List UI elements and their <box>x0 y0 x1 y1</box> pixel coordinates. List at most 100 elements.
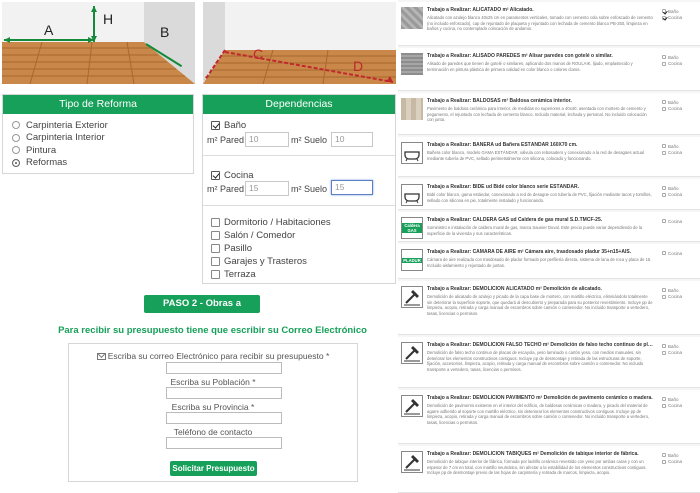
catalog-item-title: Trabajo a Realizar: DEMOLICIÓN FALSO TEC… <box>427 342 653 348</box>
catalog-option[interactable]: Cocina <box>662 350 700 357</box>
option-checkbox[interactable] <box>662 61 666 66</box>
tipo-reforma-panel: Tipo de Reforma Carpinteria Exterior Car… <box>2 94 194 174</box>
option-checkbox[interactable] <box>662 344 666 349</box>
bano-checkbox[interactable] <box>211 121 220 130</box>
catalog-option[interactable]: Cocina <box>662 218 700 225</box>
option-label: Baño <box>668 396 679 402</box>
paso2-button[interactable]: PASO 2 - Obras a Realizar <box>144 295 260 327</box>
option-label: Baño <box>668 287 679 293</box>
bano-pared-label: m² Pared <box>207 135 245 145</box>
bathtub-icon <box>401 142 423 164</box>
demolition-icon <box>401 395 423 417</box>
option-checkbox[interactable] <box>662 219 666 224</box>
option-checkbox[interactable] <box>662 288 666 293</box>
terraza-checkbox[interactable] <box>211 270 220 279</box>
option-label: Cocina <box>668 459 683 465</box>
label-d: D <box>353 58 363 74</box>
catalog-item: PLADUR Trabajo a Realizar: CÁMARA DE AIRE… <box>398 244 700 279</box>
radio-reformas[interactable]: Reformas <box>3 157 193 170</box>
radio-carpinteria-exterior[interactable]: Carpinteria Exterior <box>3 119 193 132</box>
catalog-option[interactable]: Cocina <box>662 15 700 22</box>
bano-suelo-input[interactable]: 10 <box>331 132 373 147</box>
catalog-item: Trabajo a Realizar: BALDOSAS m² Baldosa … <box>398 93 700 135</box>
poblacion-input[interactable] <box>166 387 282 399</box>
bano-row[interactable]: Baño <box>211 120 246 131</box>
option-checkbox[interactable] <box>662 150 666 155</box>
option-checkbox[interactable] <box>662 251 666 256</box>
option-label: Cocina <box>668 192 683 198</box>
option-checkbox[interactable] <box>662 15 666 20</box>
catalog-option[interactable]: Cocina <box>662 106 700 113</box>
option-checkbox[interactable] <box>662 294 666 299</box>
catalog-item-options: Baño Cocina <box>662 185 700 198</box>
garajes-checkbox[interactable] <box>211 257 220 266</box>
radio-icon[interactable] <box>12 158 20 167</box>
option-checkbox[interactable] <box>662 100 666 105</box>
radio-carpinteria-interior[interactable]: Carpinteria Interior <box>3 132 193 145</box>
catalog-option[interactable]: Cocina <box>662 294 700 301</box>
catalog-item-options: Baño Cocina <box>662 99 700 112</box>
catalog-item-description: Alisado de paredes que tienen de gotelé … <box>427 61 633 72</box>
catalog-option[interactable]: Cocina <box>662 61 700 68</box>
bano-pared-input[interactable]: 10 <box>245 132 289 147</box>
garajes-row[interactable]: Garajes y Trasteros <box>211 256 307 267</box>
option-label: Cocina <box>668 250 683 256</box>
solicitar-presupuesto-button[interactable]: Solicitar Presupuesto <box>170 461 257 476</box>
option-checkbox[interactable] <box>662 192 666 197</box>
pasillo-row[interactable]: Pasillo <box>211 243 252 254</box>
catalog-item-title: Trabajo a Realizar: BALDOSAS m² Baldosa … <box>427 98 572 104</box>
salon-checkbox[interactable] <box>211 231 220 240</box>
catalog-option[interactable]: Cocina <box>662 403 700 410</box>
option-checkbox[interactable] <box>662 459 666 464</box>
catalog-item-options: Baño Cocina <box>662 343 700 356</box>
terraza-row[interactable]: Terraza <box>211 269 256 280</box>
poblacion-label: Escriba su Población * <box>170 377 256 387</box>
catalog-option[interactable]: Cocina <box>662 150 700 157</box>
dependencias-title: Dependencias <box>203 95 395 114</box>
catalog-option[interactable]: Cocina <box>662 250 700 257</box>
option-checkbox[interactable] <box>662 453 666 458</box>
option-label: Cocina <box>668 294 683 300</box>
radio-pintura[interactable]: Pintura <box>3 144 193 157</box>
option-checkbox[interactable] <box>662 350 666 355</box>
demolition-icon <box>401 286 423 308</box>
provincia-input[interactable] <box>166 412 282 424</box>
contact-form: Escriba su correo Electrónico para recib… <box>68 343 358 482</box>
option-checkbox[interactable] <box>662 106 666 111</box>
catalog-item: Trabajo a Realizar: BIDÉ ud Bidé color b… <box>398 179 700 210</box>
radio-icon[interactable] <box>12 133 20 142</box>
option-checkbox[interactable] <box>662 9 666 14</box>
room-illustration-1: A H B <box>2 2 195 84</box>
catalog-item-options: Baño Cocina <box>662 396 700 409</box>
catalog-item: Trabajo a Realizar: DEMOLICIÓN PAVIMENTO… <box>398 390 700 444</box>
cocina-row[interactable]: Cocina <box>211 170 254 181</box>
dependencias-panel: Dependencias Baño m² Pared 10 m² Suelo 1… <box>202 94 396 284</box>
cocina-pared-label: m² Pared <box>207 184 245 194</box>
option-checkbox[interactable] <box>662 186 666 191</box>
catalog-option[interactable]: Cocina <box>662 459 700 466</box>
radio-icon[interactable] <box>12 121 20 130</box>
catalog-item-description: Alicatado con azulejo blanco 40x25 cm en… <box>427 15 653 31</box>
telefono-input[interactable] <box>166 437 282 449</box>
option-checkbox[interactable] <box>662 403 666 408</box>
dormitorio-checkbox[interactable] <box>211 218 220 227</box>
cocina-checkbox[interactable] <box>211 171 220 180</box>
option-label: Baño <box>668 452 679 458</box>
salon-row[interactable]: Salón / Comedor <box>211 230 295 241</box>
catalog-item: Trabajo a Realizar: DEMOLICIÓN FALSO TEC… <box>398 337 700 388</box>
radio-icon[interactable] <box>12 146 20 155</box>
catalog-item-title: Trabajo a Realizar: BIDÉ ud Bidé color b… <box>427 184 579 190</box>
option-checkbox[interactable] <box>662 144 666 149</box>
cocina-pared-input[interactable]: 15 <box>245 181 289 196</box>
cocina-suelo-input[interactable]: 15 <box>331 180 373 195</box>
cocina-suelo-label: m² Suelo <box>291 184 328 194</box>
option-checkbox[interactable] <box>662 397 666 402</box>
catalog-item-options: Cocina <box>662 250 700 257</box>
catalog-option[interactable]: Cocina <box>662 192 700 199</box>
option-checkbox[interactable] <box>662 55 666 60</box>
email-input[interactable] <box>166 362 282 374</box>
pasillo-checkbox[interactable] <box>211 244 220 253</box>
catalog-item-description: Demolición de falso techo continuo de pl… <box>427 350 644 372</box>
option-label: Baño <box>668 8 679 14</box>
dormitorio-row[interactable]: Dormitorio / Habitaciones <box>211 217 331 228</box>
